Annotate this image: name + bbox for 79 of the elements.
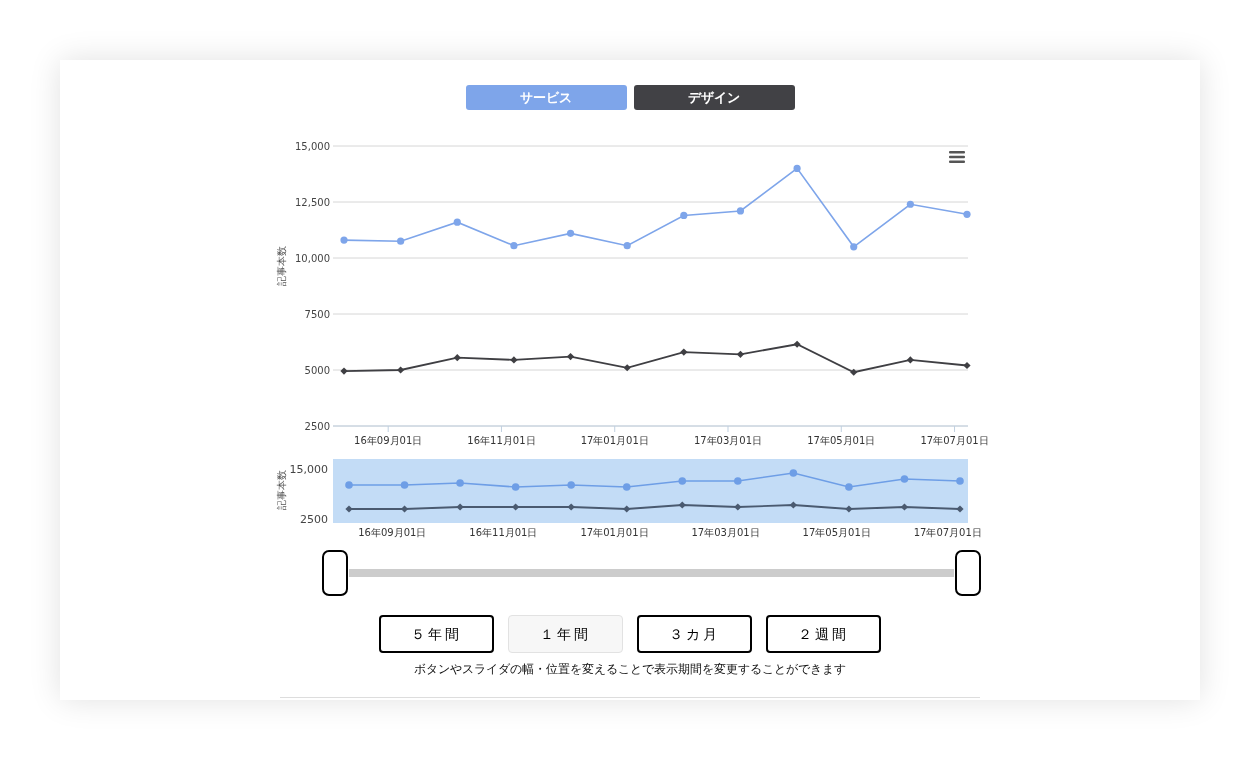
- data-point: [397, 366, 405, 374]
- data-point: [345, 505, 353, 513]
- data-point: [567, 503, 575, 511]
- range-button[interactable]: ２週間: [766, 615, 881, 653]
- data-point: [456, 503, 464, 511]
- data-point: [906, 356, 914, 364]
- x-tick-label: 17年07月01日: [913, 527, 982, 538]
- data-point: [680, 348, 688, 356]
- range-button[interactable]: ５年間: [379, 615, 494, 653]
- y-tick-label: 2500: [304, 421, 330, 432]
- x-tick-label: 17年01月01日: [580, 527, 649, 538]
- data-point: [566, 352, 575, 361]
- hint-text: ボタンやスライダの幅・位置を変えることで表示期間を変更することができます: [414, 661, 846, 678]
- data-point: [678, 477, 687, 485]
- data-point: [793, 164, 801, 172]
- x-tick-label: 17年03月01日: [693, 435, 763, 446]
- x-tick-label: 16年11月01日: [469, 527, 538, 538]
- data-point: [845, 505, 853, 513]
- data-point: [850, 368, 858, 376]
- data-point: [736, 207, 745, 215]
- data-point: [789, 501, 797, 509]
- menu-icon[interactable]: [949, 151, 965, 163]
- data-point: [900, 503, 909, 511]
- data-point: [340, 367, 348, 375]
- x-tick-label: 17年05月01日: [802, 527, 871, 538]
- x-tick-label: 16年11月01日: [467, 435, 536, 446]
- x-tick-label: 17年05月01日: [807, 435, 876, 446]
- y-tick-label: 15,000: [289, 463, 328, 476]
- x-tick-label: 17年01月01日: [580, 435, 649, 446]
- x-tick-label: 17年03月01日: [691, 527, 760, 538]
- data-point: [340, 236, 348, 244]
- y-tick-label: 12,500: [295, 197, 330, 208]
- y-tick-label: 15,000: [295, 141, 330, 152]
- tab[interactable]: デザイン: [633, 85, 795, 110]
- data-point: [400, 505, 409, 513]
- data-point: [734, 503, 742, 511]
- slider-handle[interactable]: [322, 550, 348, 596]
- data-point: [510, 242, 518, 250]
- data-point: [906, 200, 914, 208]
- data-point: [734, 477, 742, 485]
- data-point: [345, 481, 353, 489]
- data-point: [963, 210, 971, 218]
- data-point: [680, 211, 688, 220]
- data-point: [622, 483, 631, 491]
- data-point: [453, 218, 461, 226]
- data-point: [845, 483, 853, 491]
- x-tick-label: 16年09月01日: [354, 435, 423, 446]
- data-point: [511, 483, 520, 491]
- x-tick-label: 16年09月01日: [358, 527, 427, 538]
- y-tick-label: 5000: [304, 365, 330, 376]
- data-point: [566, 229, 575, 237]
- data-point: [623, 505, 631, 513]
- y-axis-title: 記事本数: [276, 470, 287, 510]
- data-point: [400, 481, 409, 489]
- data-point: [956, 505, 964, 513]
- data-point: [397, 237, 405, 245]
- y-tick-label: 7500: [304, 309, 330, 320]
- y-tick-label: 2500: [300, 513, 328, 526]
- data-point: [510, 356, 518, 364]
- data-point: [900, 475, 909, 483]
- data-point: [567, 481, 575, 489]
- range-button[interactable]: ３カ月: [637, 615, 752, 653]
- data-point: [956, 477, 964, 485]
- data-point: [456, 479, 464, 487]
- y-axis-title: 記事本数: [276, 246, 287, 286]
- data-point: [736, 350, 745, 358]
- data-point: [963, 361, 971, 370]
- data-point: [850, 243, 858, 251]
- data-point: [623, 364, 631, 372]
- data-point: [793, 340, 801, 348]
- y-tick-label: 10,000: [295, 253, 330, 264]
- data-point: [453, 354, 461, 362]
- data-point: [512, 503, 520, 511]
- data-point: [789, 469, 798, 477]
- slider-handle[interactable]: [955, 550, 981, 596]
- range-button[interactable]: １年間: [508, 615, 623, 653]
- data-point: [678, 501, 686, 509]
- x-tick-label: 17年07月01日: [920, 435, 989, 446]
- data-point: [623, 242, 631, 250]
